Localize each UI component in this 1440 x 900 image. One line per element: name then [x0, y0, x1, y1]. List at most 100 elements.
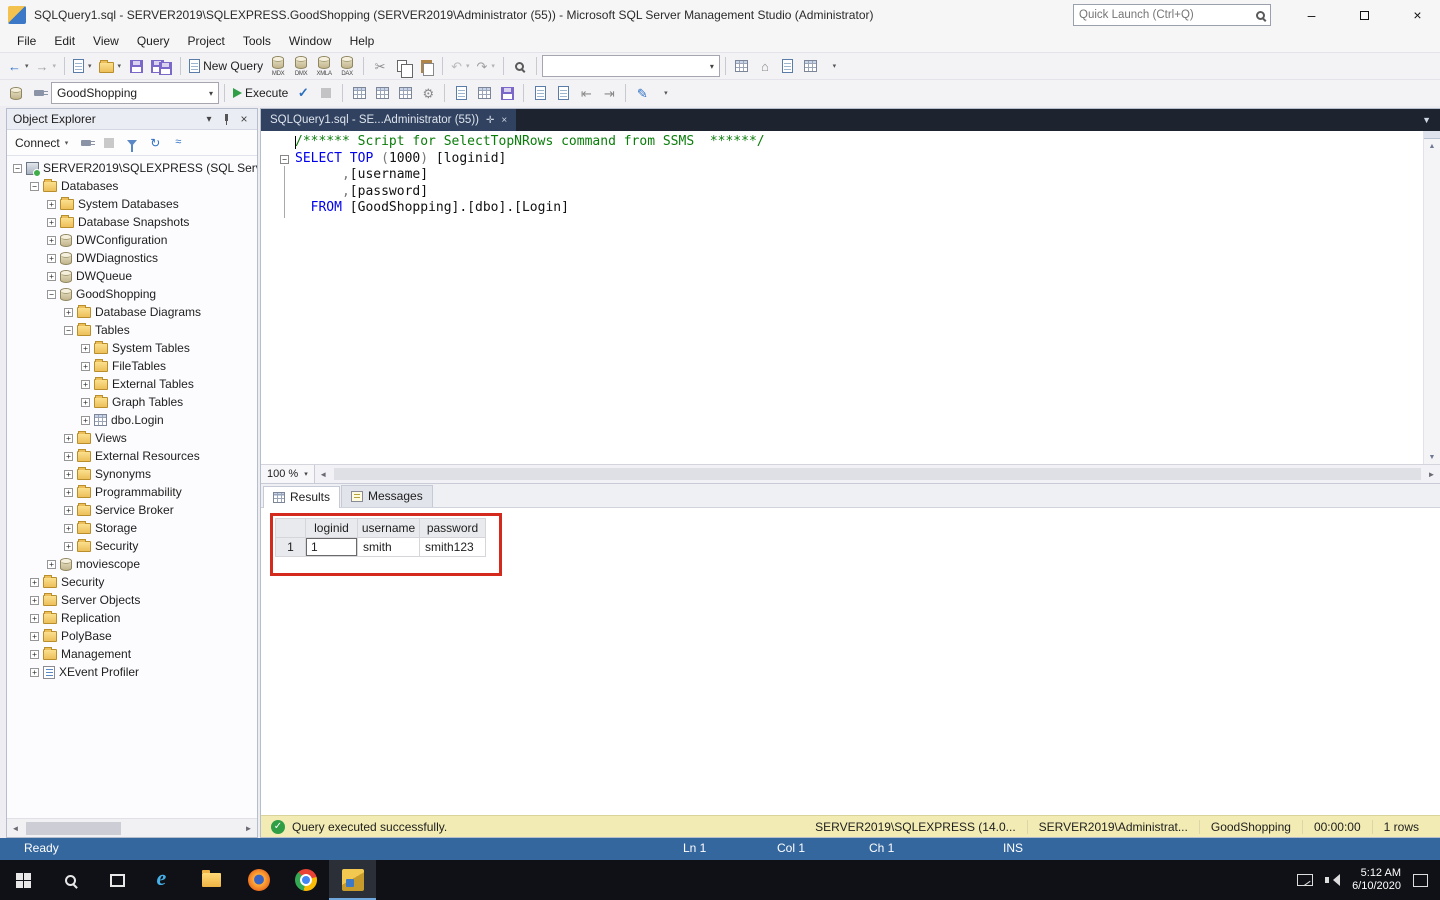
undo-button[interactable]: ↶ ▾ [448, 55, 472, 78]
expand-toggle-icon[interactable]: + [47, 235, 56, 245]
disconnect-icon[interactable] [78, 135, 96, 151]
indent-button[interactable]: ⇥ [598, 82, 620, 105]
chevron-down-icon[interactable]: ▾ [710, 62, 714, 71]
scroll-left-icon[interactable]: ◄ [7, 824, 24, 833]
expand-toggle-icon[interactable]: + [81, 379, 90, 389]
available-databases-combo[interactable]: GoodShopping ▾ [51, 82, 219, 104]
splitter-handle[interactable] [1424, 131, 1440, 139]
expand-toggle-icon[interactable]: + [64, 541, 73, 551]
expand-toggle-icon[interactable]: + [64, 487, 73, 497]
filter-icon[interactable] [124, 135, 140, 152]
object-explorer-details-button[interactable] [777, 55, 799, 78]
results-tab[interactable]: Results [263, 486, 341, 508]
menu-help[interactable]: Help [341, 31, 384, 51]
sql-code[interactable]: /****** Script for SelectTopNRows comman… [295, 134, 765, 217]
tree-item-moviescope[interactable]: + moviescope [7, 555, 257, 573]
new-query-icon-button[interactable]: ▾ [70, 55, 95, 78]
scroll-thumb[interactable] [26, 821, 121, 835]
expand-toggle-icon[interactable]: + [64, 451, 73, 461]
expand-toggle-icon[interactable]: + [47, 271, 56, 281]
tree-item-server-objects[interactable]: + Server Objects [7, 591, 257, 609]
cancel-query-button[interactable] [315, 82, 337, 105]
scroll-left-icon[interactable]: ◄ [315, 470, 332, 479]
tree-item-views[interactable]: + Views [7, 429, 257, 447]
activity-monitor-icon[interactable]: ≈ [170, 135, 186, 151]
toolbar-overflow-button[interactable]: ▾ [654, 82, 676, 105]
tree-item-security[interactable]: + Security [7, 573, 257, 591]
menu-query[interactable]: Query [128, 31, 179, 51]
tab-pin-icon[interactable]: ✛ [486, 115, 494, 126]
cell-loginid[interactable]: 1 [306, 538, 358, 557]
find-combo[interactable]: ▾ [541, 55, 720, 77]
new-query-button[interactable]: New Query [186, 55, 266, 78]
quick-launch-input[interactable] [1079, 9, 1256, 21]
parse-button[interactable]: ✓ [292, 82, 314, 105]
tree-item-dbo-login[interactable]: + dbo.Login [7, 411, 257, 429]
tree-item-replication[interactable]: + Replication [7, 609, 257, 627]
xmla-query-icon[interactable]: XMLA [313, 55, 335, 77]
expand-toggle-icon[interactable]: + [81, 397, 90, 407]
uncomment-button[interactable] [552, 82, 574, 105]
menu-tools[interactable]: Tools [234, 31, 280, 51]
navigate-back-button[interactable]: ← ▾ [5, 55, 32, 78]
panel-menu-icon[interactable]: ▾ [202, 114, 216, 125]
live-query-stats-button[interactable] [371, 82, 393, 105]
tree-item-dwqueue[interactable]: + DWQueue [7, 267, 257, 285]
menu-file[interactable]: File [8, 31, 45, 51]
file-explorer-button[interactable] [188, 860, 235, 900]
menu-view[interactable]: View [84, 31, 128, 51]
expand-toggle-icon[interactable]: + [30, 577, 39, 587]
expand-toggle-icon[interactable]: + [81, 361, 90, 371]
query-tab[interactable]: SQLQuery1.sql - SE...Administrator (55))… [261, 109, 517, 131]
expand-toggle-icon[interactable]: + [81, 415, 90, 425]
panel-close-icon[interactable]: × [237, 112, 251, 126]
sqlcmd-mode-button[interactable]: ✎ [631, 82, 653, 105]
quick-launch-box[interactable] [1073, 4, 1271, 26]
column-header-password[interactable]: password [420, 519, 486, 538]
tree-item-polybase[interactable]: + PolyBase [7, 627, 257, 645]
expand-toggle-icon[interactable]: + [64, 307, 73, 317]
expand-toggle-icon[interactable]: + [47, 217, 56, 227]
taskbar-clock[interactable]: 5:12 AM 6/10/2020 [1352, 867, 1401, 893]
tree-item-management[interactable]: + Management [7, 645, 257, 663]
column-header-username[interactable]: username [358, 519, 420, 538]
expand-toggle-icon[interactable]: + [47, 253, 56, 263]
results-to-grid-button[interactable] [473, 82, 495, 105]
redo-button[interactable]: ↷ ▾ [474, 55, 498, 78]
results-to-file-button[interactable] [496, 82, 518, 105]
stop-icon[interactable] [101, 135, 117, 151]
scroll-up-icon[interactable]: ▲ [1429, 139, 1436, 153]
tree-item-system-tables[interactable]: + System Tables [7, 339, 257, 357]
start-button[interactable] [0, 860, 47, 900]
open-file-button[interactable]: ▾ [96, 55, 125, 78]
tree-item-synonyms[interactable]: + Synonyms [7, 465, 257, 483]
minimize-button[interactable]: – [1289, 0, 1334, 30]
tree-item-filetables[interactable]: + FileTables [7, 357, 257, 375]
editor-hscrollbar[interactable]: ◄ ► [315, 465, 1440, 483]
tree-item-system-databases[interactable]: + System Databases [7, 195, 257, 213]
change-connection-button[interactable] [5, 82, 27, 105]
disconnect-database-button[interactable] [28, 82, 50, 105]
expand-toggle-icon[interactable]: + [30, 667, 39, 677]
tree-item-service-broker[interactable]: + Service Broker [7, 501, 257, 519]
row-number[interactable]: 1 [276, 538, 306, 557]
tree-item-external-tables[interactable]: + External Tables [7, 375, 257, 393]
scroll-right-icon[interactable]: ► [240, 824, 257, 833]
internet-explorer-button[interactable] [141, 860, 188, 900]
collapse-toggle-icon[interactable]: − [64, 325, 73, 335]
expand-toggle-icon[interactable]: + [30, 649, 39, 659]
paste-button[interactable] [415, 55, 437, 78]
tree-item-database-snapshots[interactable]: + Database Snapshots [7, 213, 257, 231]
action-center-icon[interactable] [1413, 873, 1428, 887]
expand-toggle-icon[interactable]: + [30, 595, 39, 605]
registered-servers-button[interactable] [731, 55, 753, 78]
tree-item-xevent-profiler[interactable]: + XEvent Profiler [7, 663, 257, 681]
tab-list-dropdown-icon[interactable]: ▼ [1413, 109, 1440, 131]
actual-plan-button[interactable] [394, 82, 416, 105]
tray-volume-icon[interactable] [1325, 874, 1341, 886]
tree-item-dwdiagnostics[interactable]: + DWDiagnostics [7, 249, 257, 267]
results-to-text-button[interactable] [450, 82, 472, 105]
expand-toggle-icon[interactable]: + [64, 433, 73, 443]
menu-window[interactable]: Window [280, 31, 341, 51]
expand-toggle-icon[interactable]: + [64, 523, 73, 533]
